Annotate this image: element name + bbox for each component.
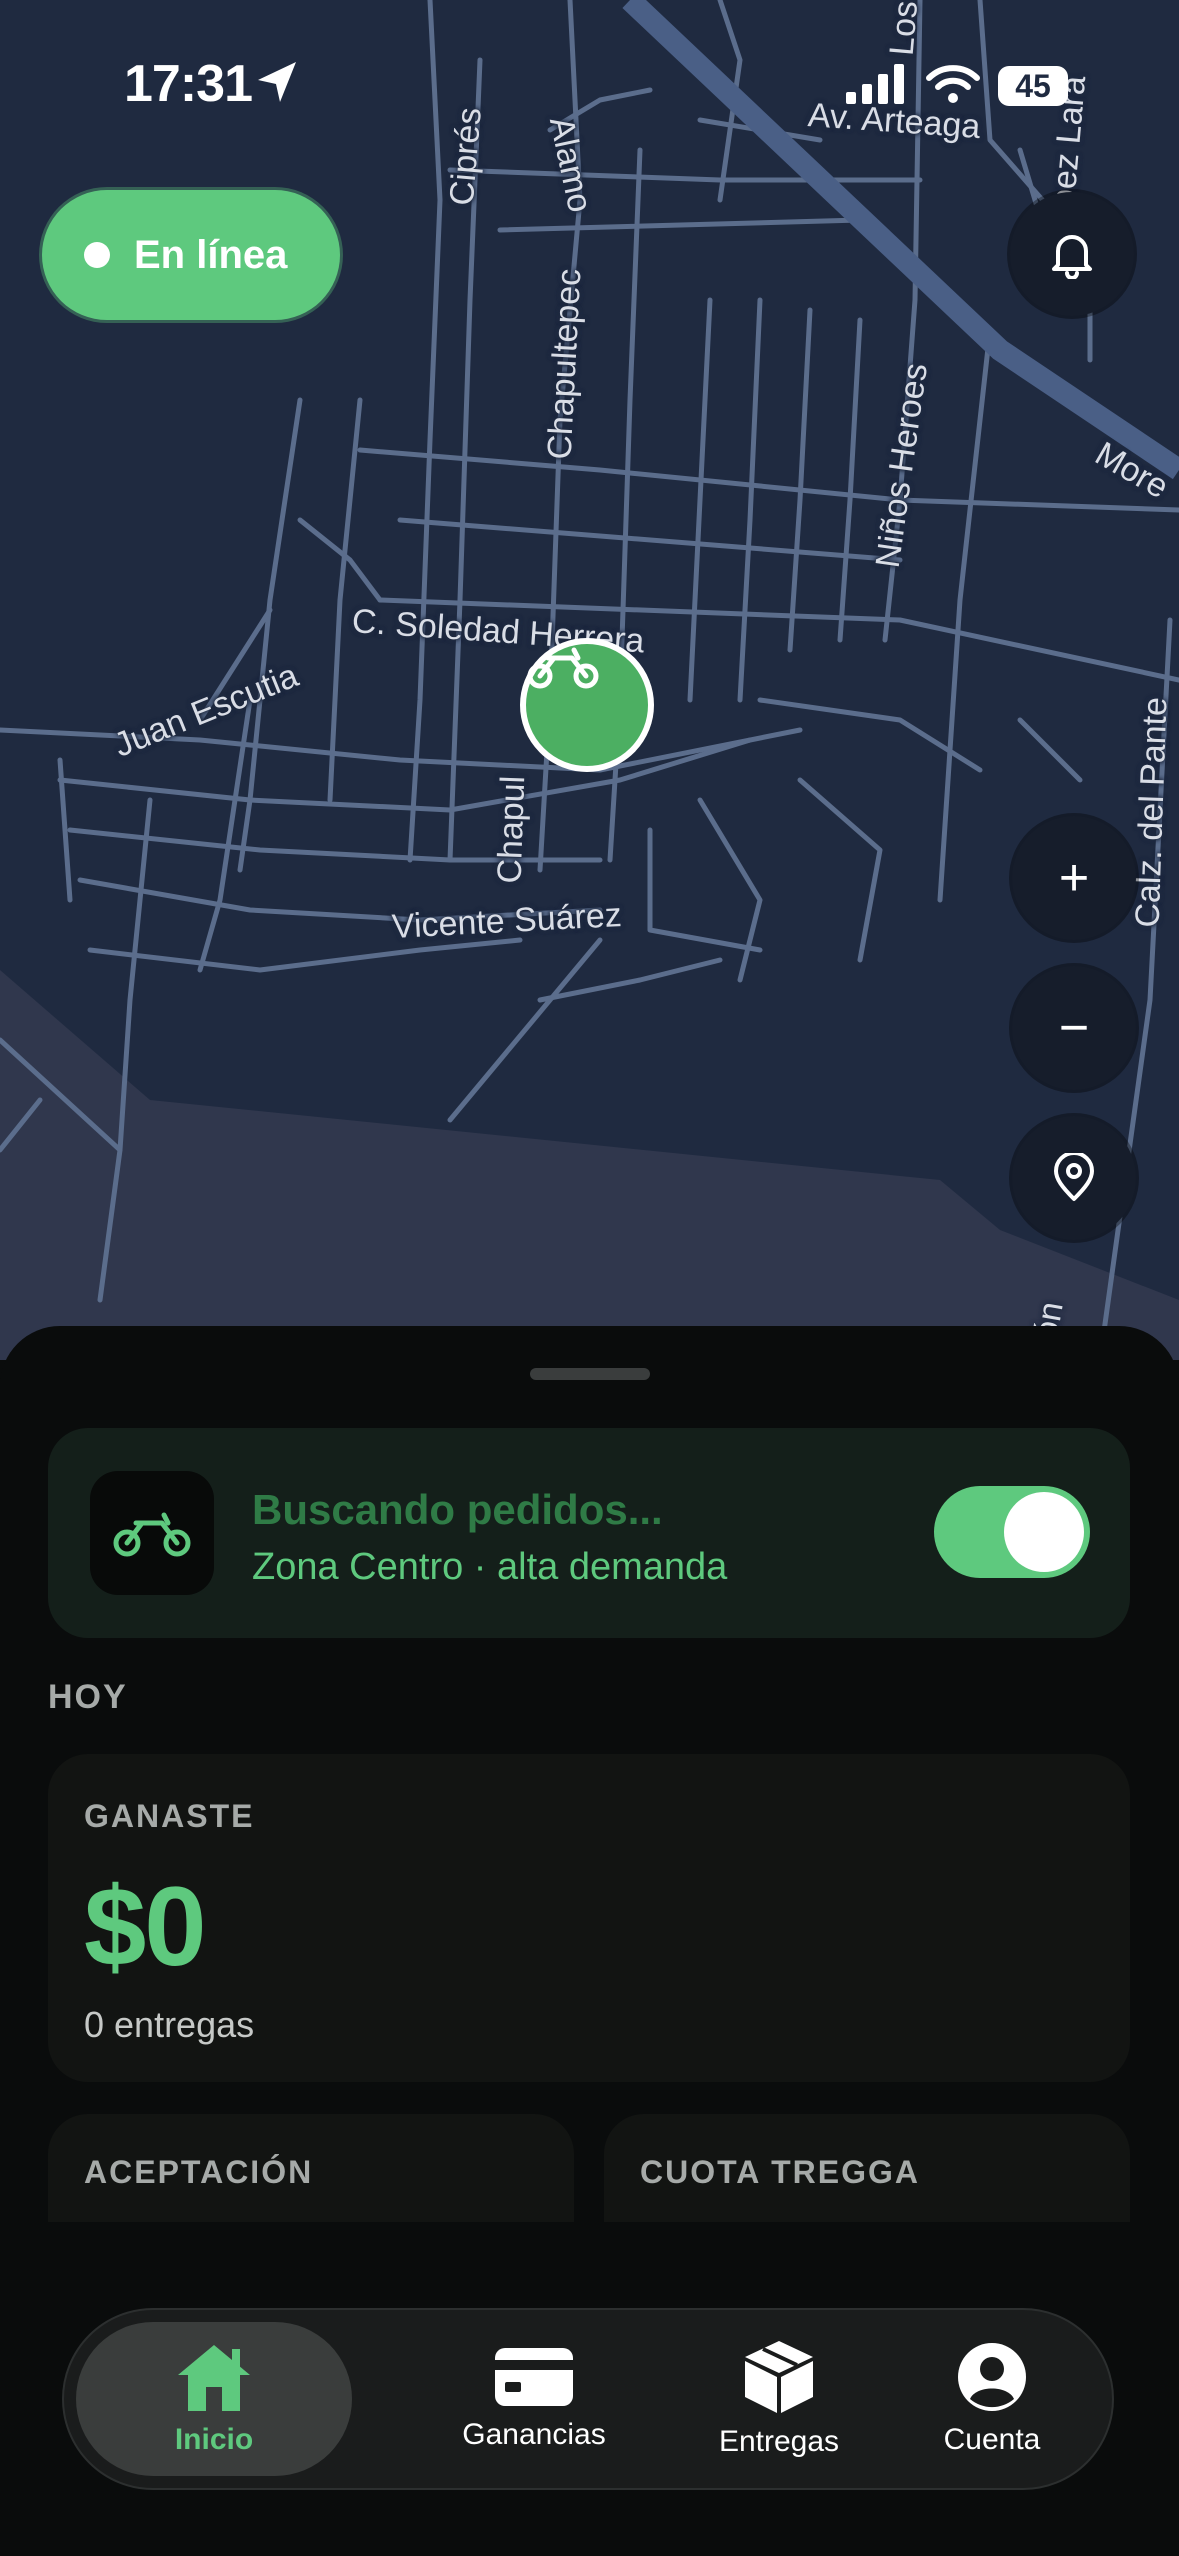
- earnings-card[interactable]: GANASTE $0 0 entregas: [48, 1754, 1130, 2082]
- earnings-amount: $0: [84, 1864, 207, 1989]
- zoom-out-button[interactable]: −: [1012, 966, 1136, 1090]
- rider-location-marker: [520, 638, 654, 772]
- cellular-signal-icon: [846, 64, 904, 104]
- sheet-drag-handle[interactable]: [530, 1368, 650, 1380]
- toggle-knob: [1004, 1492, 1084, 1572]
- tab-label: Cuenta: [943, 2423, 1041, 2456]
- status-time: 17:31: [124, 55, 253, 113]
- online-status-label: En línea: [134, 232, 288, 277]
- search-status-icon-box: [90, 1471, 214, 1595]
- street-label: Chapul: [490, 775, 533, 885]
- plus-icon: +: [1058, 849, 1090, 907]
- minus-icon: −: [1058, 999, 1090, 1057]
- motorcycle-icon: [113, 1512, 191, 1557]
- notifications-button[interactable]: [1010, 192, 1134, 316]
- search-status-title: Buscando pedidos...: [252, 1486, 663, 1533]
- search-zone-subtitle: Zona Centro · alta demanda: [252, 1546, 728, 1588]
- acceptance-label: ACEPTACIÓN: [84, 2154, 314, 2190]
- user-icon: [958, 2343, 1026, 2411]
- tab-inicio[interactable]: Inicio: [76, 2322, 352, 2476]
- location-arrow-icon: [258, 62, 296, 102]
- order-search-card: Buscando pedidos... Zona Centro · alta d…: [48, 1428, 1130, 1638]
- online-status-button[interactable]: En línea: [42, 190, 340, 320]
- card-icon: [495, 2348, 573, 2406]
- location-pin-icon: [1054, 1153, 1094, 1201]
- tab-label: Ganancias: [462, 2418, 606, 2451]
- home-icon: [178, 2345, 250, 2411]
- search-orders-toggle[interactable]: [934, 1486, 1090, 1578]
- earnings-label: GANASTE: [84, 1798, 255, 1834]
- tab-label: Entregas: [718, 2425, 840, 2458]
- online-dot: [84, 242, 110, 268]
- bell-icon: [1052, 235, 1092, 279]
- tab-cuenta[interactable]: Cuenta: [874, 2310, 1110, 2488]
- acceptance-card[interactable]: ACEPTACIÓN: [48, 2114, 574, 2222]
- battery-indicator: 45: [998, 66, 1068, 106]
- quota-label: CUOTA TREGGA: [640, 2154, 920, 2190]
- box-icon: [745, 2341, 813, 2413]
- street-label: Los: [882, 0, 926, 58]
- motorcycle-icon: [527, 647, 599, 689]
- wifi-icon: [926, 65, 980, 103]
- street-label: Calz. del Pante: [1128, 696, 1175, 929]
- tab-bar: Inicio Ganancias Entregas Cuenta: [62, 2308, 1114, 2490]
- recenter-location-button[interactable]: [1012, 1116, 1136, 1240]
- today-section-label: HOY: [48, 1678, 128, 1716]
- zoom-in-button[interactable]: +: [1012, 816, 1136, 940]
- tab-label: Inicio: [174, 2423, 254, 2456]
- deliveries-count: 0 entregas: [84, 2004, 255, 2045]
- quota-card[interactable]: CUOTA TREGGA: [604, 2114, 1130, 2222]
